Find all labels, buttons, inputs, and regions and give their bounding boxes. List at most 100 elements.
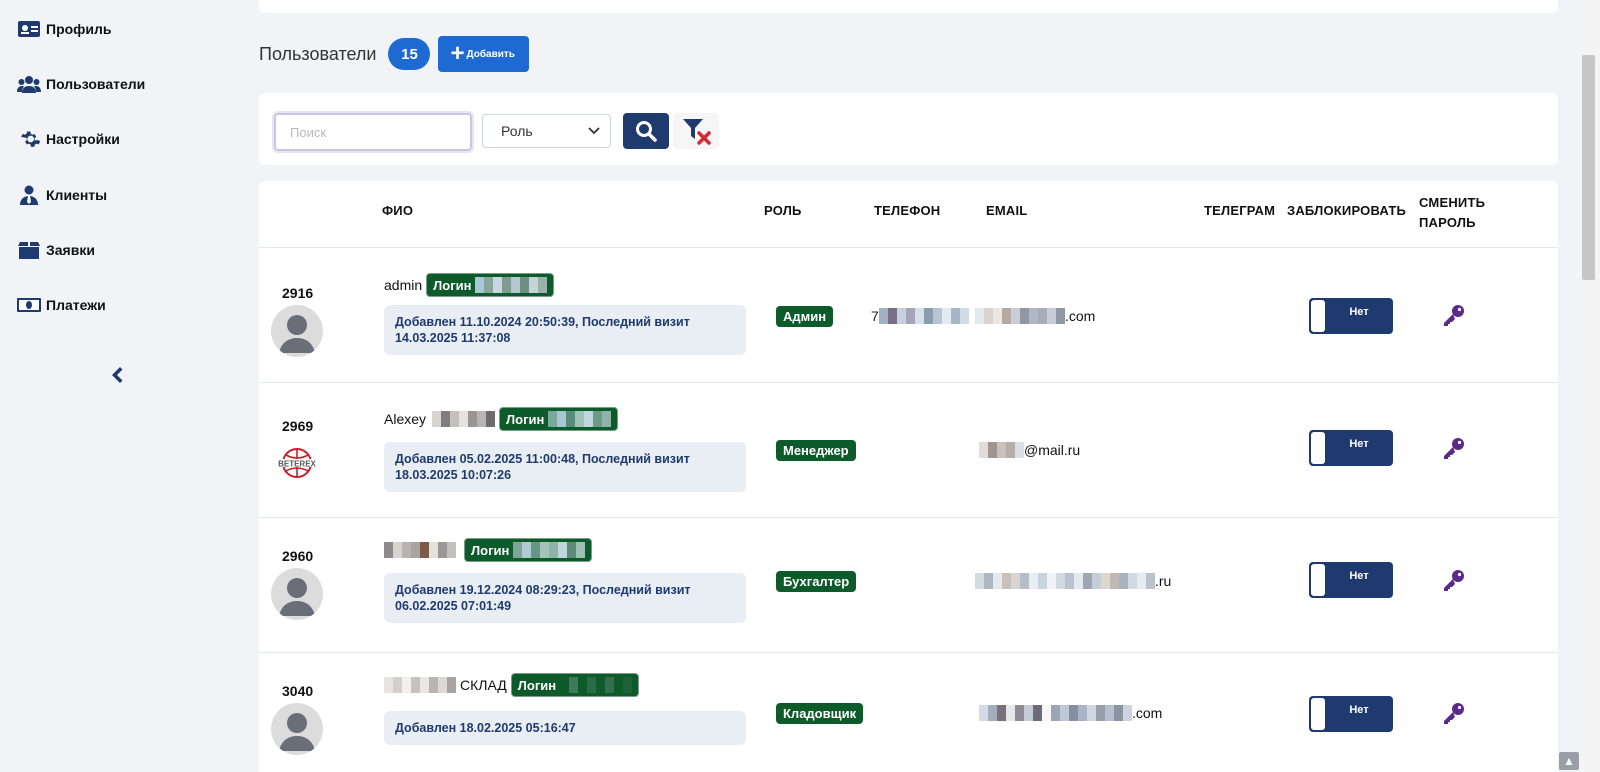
user-info-box: Добавлен 05.02.2025 11:00:48, Последний … [384,442,746,492]
redacted-block [979,442,1024,458]
user-name-text: СКЛАД [460,677,507,693]
sidebar-collapse-button[interactable] [108,365,124,385]
key-icon [1444,703,1464,724]
beterex-logo-icon: BETEREX [273,448,321,478]
column-header-email: EMAIL [986,203,1028,218]
role-badge: Кладовщик [776,703,864,724]
block-toggle-label: Нет [1349,306,1369,318]
sidebar-item-profile[interactable]: Профиль [17,18,112,40]
toggle-knob [1311,300,1325,332]
search-input[interactable] [272,111,474,153]
sidebar-item-payments[interactable]: Платежи [17,294,106,316]
sidebar-item-settings[interactable]: Настройки [17,128,120,150]
redacted-block [979,705,1132,721]
redacted-block [475,277,548,293]
redacted-block [384,542,456,558]
role-select[interactable]: Роль [482,114,611,148]
block-toggle[interactable]: Нет [1309,298,1393,334]
users-count-badge: 15 [388,38,431,70]
top-card [259,0,1558,13]
user-info-box: Добавлен 11.10.2024 20:50:39, Последний … [384,305,746,355]
block-toggle[interactable]: Нет [1309,696,1393,732]
sidebar-item-requests[interactable]: Заявки [17,239,95,261]
sidebar-item-label: Профиль [46,21,112,37]
user-info-line1: Добавлен 11.10.2024 20:50:39, Последний … [395,315,690,329]
role-badge: Админ [776,306,834,327]
user-info-line2: 14.03.2025 11:37:08 [395,331,511,345]
block-toggle[interactable]: Нет [1309,562,1393,598]
scroll-to-top-button[interactable]: ▲ [1559,752,1579,770]
user-id: 3040 [282,683,314,699]
user-name: Логин [384,538,593,562]
login-label: Логин [471,542,510,558]
change-password-button[interactable] [1442,436,1466,460]
user-info-line2: 18.03.2025 10:07:26 [395,468,512,482]
user-name: Alexey Логин [384,407,619,431]
user-name: СКЛАД Логин [384,673,640,697]
user-info-line1: Добавлен 18.02.2025 05:16:47 [395,721,576,735]
login-badge: Логин [499,407,619,431]
sidebar: Профиль Пользователи Настройки Клиенты З… [0,0,238,772]
user-placeholder-icon [279,315,315,353]
table-row: 2960 Логин Добавлен 19.12.2024 08:29:23,… [259,517,1558,652]
user-placeholder-icon [279,578,315,616]
role-badge: Бухгалтер [776,571,857,592]
column-header-block: ЗАБЛОКИРОВАТЬ [1287,203,1407,218]
user-placeholder-icon [279,713,315,751]
column-header-change-password-line2: ПАРОЛЬ [1419,215,1476,230]
role-select-value: Роль [501,123,533,139]
change-password-button[interactable] [1442,568,1466,592]
table-row: 3040 СКЛАД Логин Добавлен 18.02.2025 05:… [259,652,1558,772]
sidebar-item-label: Настройки [46,131,120,147]
sidebar-item-label: Платежи [46,297,106,313]
change-password-button[interactable] [1442,303,1466,327]
user-name-text: Alexey [384,411,427,427]
sidebar-item-label: Пользователи [46,76,146,92]
sidebar-item-users[interactable]: Пользователи [17,73,145,95]
email: @mail.ru [979,442,1080,458]
user-name: admin Логин [384,273,555,297]
email: .com [979,705,1162,721]
avatar [271,568,323,620]
id-card-icon [18,21,40,37]
avatar [271,305,323,357]
email: .ru [975,573,1171,589]
column-header-telegram: ТЕЛЕГРАМ [1204,203,1276,218]
toggle-knob [1311,432,1325,464]
filter-clear-icon [683,119,711,145]
toggle-knob [1311,564,1325,596]
user-info-box: Добавлен 18.02.2025 05:16:47 [384,711,746,745]
chevron-left-icon [112,367,123,383]
add-user-button[interactable]: + Добавить [438,36,529,72]
redacted-block [560,677,633,693]
column-header-role: РОЛЬ [764,203,802,218]
plus-icon: + [450,40,465,67]
phone: 7 [871,308,969,324]
key-icon [1444,570,1464,591]
login-badge: Логин [464,538,593,562]
block-toggle[interactable]: Нет [1309,430,1393,466]
user-tie-icon [20,185,38,205]
sidebar-item-clients[interactable]: Клиенты [17,184,107,206]
login-badge: Логин [510,673,640,697]
login-label: Логин [433,277,472,293]
money-bill-icon [17,298,41,312]
search-icon [636,121,657,142]
clear-filter-button[interactable] [673,113,719,149]
table-row: 2916 admin Логин Добавлен 11.10.2024 20:… [259,247,1558,382]
user-id: 2969 [282,418,314,434]
add-user-label: Добавить [466,48,515,60]
page-title: Пользователи [259,43,377,64]
search-button[interactable] [623,113,669,149]
redacted-block [432,411,496,427]
email-suffix: .com [1132,705,1163,721]
chevron-down-icon [588,127,600,135]
vertical-scrollbar[interactable] [1577,0,1600,772]
block-toggle-label: Нет [1349,438,1369,450]
column-header-phone: ТЕЛЕФОН [874,203,941,218]
change-password-button[interactable] [1442,701,1466,725]
users-icon [17,76,41,93]
scrollbar-thumb[interactable] [1582,55,1595,280]
redacted-block [878,308,969,324]
avatar [271,703,323,755]
